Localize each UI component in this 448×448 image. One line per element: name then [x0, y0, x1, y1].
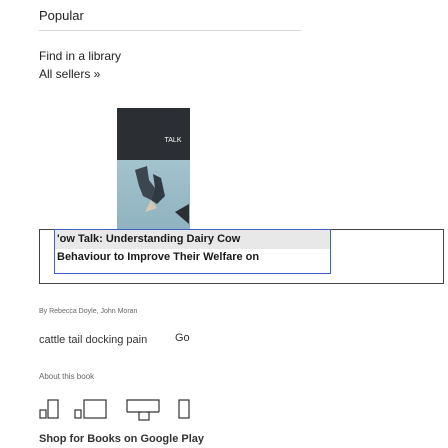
section-divider — [39, 30, 301, 31]
spread-view-icon[interactable] — [126, 399, 160, 421]
search-in-book-query[interactable]: cattle tail docking pain — [39, 334, 147, 346]
all-sellers-link[interactable]: All sellers » — [39, 67, 100, 81]
about-this-book-link[interactable]: About this book — [39, 372, 94, 381]
book-cover[interactable]: TALK — [117, 108, 190, 229]
single-page-icon[interactable] — [39, 399, 59, 419]
go-button[interactable]: Go — [175, 332, 190, 344]
view-mode-icons — [39, 396, 299, 422]
book-cover-art: TALK — [117, 108, 190, 229]
find-in-library-link[interactable]: Find in a library — [39, 49, 121, 63]
book-authors: By Rebecca Doyle, John Moran — [39, 308, 138, 315]
cover-label: TALK — [165, 137, 182, 144]
book-title: 'ow Talk: Understanding Dairy Cow Behavi… — [57, 230, 331, 266]
thumbnail-view-icon[interactable] — [178, 399, 190, 419]
book-title-line-1: 'ow Talk: Understanding Dairy Cow — [57, 233, 241, 245]
book-title-line-2: Behaviour to Improve Their Welfare on — [57, 251, 260, 263]
popular-heading: Popular — [39, 8, 84, 23]
two-page-icon[interactable] — [74, 399, 107, 419]
shop-google-play-link[interactable]: Shop for Books on Google Play — [39, 433, 204, 445]
